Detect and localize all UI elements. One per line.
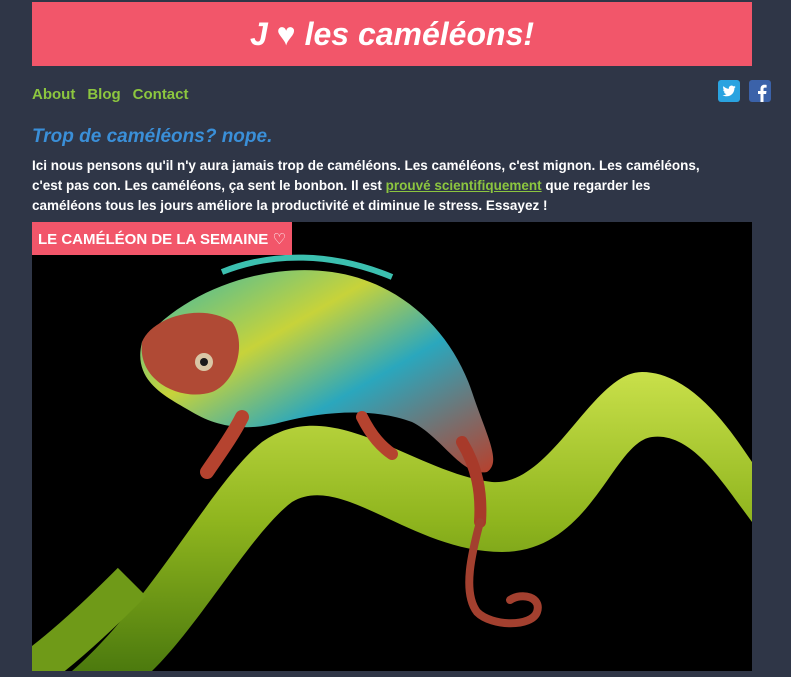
featured-chameleon-photo: LE CAMÉLÉON DE LA SEMAINE ♡: [32, 222, 752, 671]
twitter-icon[interactable]: [718, 80, 740, 102]
main-nav: About Blog Contact: [32, 80, 752, 103]
science-link[interactable]: prouvé scientifiquement: [386, 178, 542, 193]
chameleon-of-the-week-label: LE CAMÉLÉON DE LA SEMAINE ♡: [32, 222, 292, 255]
facebook-icon[interactable]: [749, 80, 771, 102]
nav-link-about[interactable]: About: [32, 86, 75, 103]
nav-link-contact[interactable]: Contact: [133, 86, 189, 103]
page-container: J ♥ les caméléons! About Blog Contact Tr…: [32, 2, 771, 671]
social-links: [718, 80, 771, 102]
header-banner: J ♥ les caméléons!: [32, 2, 752, 66]
intro-paragraph: Ici nous pensons qu'il n'y aura jamais t…: [32, 156, 722, 216]
chameleon-image: [32, 222, 752, 671]
nav-row: About Blog Contact: [32, 80, 771, 114]
site-title: J ♥ les caméléons!: [249, 15, 535, 52]
nav-link-blog[interactable]: Blog: [87, 86, 120, 103]
tagline: Trop de caméléons? nope.: [32, 126, 273, 147]
